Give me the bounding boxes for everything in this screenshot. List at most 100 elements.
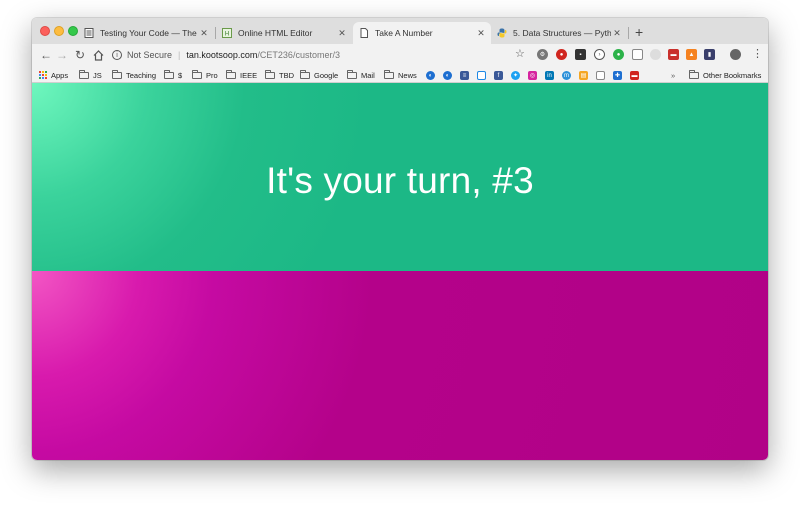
folder-icon [300, 69, 310, 79]
zoom-window-button[interactable] [68, 26, 78, 36]
tab-strip: Testing Your Code — The Hitch ✕ H Online… [32, 18, 768, 44]
bookmarks-bar: Apps JS Teaching $ Pro IEEE TBD Google M… [32, 66, 768, 83]
info-icon[interactable]: i [112, 50, 122, 60]
site-bookmark-icon[interactable]: ≡ [460, 71, 469, 80]
dark-extension-icon[interactable]: ▮ [704, 49, 715, 60]
page-bookmark-icon[interactable] [596, 71, 605, 80]
bookmark-label: Apps [51, 70, 69, 80]
mastodon-icon[interactable]: m [562, 71, 571, 80]
circle-extension-icon[interactable] [650, 49, 661, 60]
bookmark-folder[interactable]: $ [164, 69, 182, 81]
linkedin-icon[interactable]: in [545, 71, 554, 80]
minimize-window-button[interactable] [54, 26, 64, 36]
code-extension-icon[interactable]: › [594, 49, 605, 60]
bookmark-folder[interactable]: Google [300, 69, 338, 81]
folder-icon [79, 69, 89, 79]
site-bookmark-icon[interactable] [477, 71, 486, 80]
blank-page-icon [359, 28, 369, 38]
reload-icon[interactable]: ↻ [72, 47, 88, 63]
browser-window: Testing Your Code — The Hitch ✕ H Online… [32, 18, 768, 460]
forward-arrow-icon[interactable]: → [54, 47, 70, 63]
tab-title: 5. Data Structures — Python 3 [513, 28, 611, 38]
bookmark-folder[interactable]: IEEE [226, 69, 257, 81]
evernote-extension-icon[interactable]: ● [613, 49, 624, 60]
bookmark-folder[interactable]: News [384, 69, 417, 81]
folder-icon [192, 69, 202, 79]
new-tab-button[interactable]: + [635, 24, 643, 40]
bookmarks-overflow[interactable]: » [671, 69, 675, 81]
instagram-icon[interactable]: ◎ [528, 71, 537, 80]
folder-icon [265, 69, 275, 79]
folder-icon [226, 69, 236, 79]
tab-online-html-editor[interactable]: H Online HTML Editor ✕ [216, 22, 352, 44]
doc-extension-icon[interactable] [632, 49, 643, 60]
other-bookmarks[interactable]: Other Bookmarks [689, 69, 761, 81]
facebook-icon[interactable]: f [494, 71, 503, 80]
tab-title: Online HTML Editor [238, 28, 313, 38]
folder-icon [347, 69, 357, 79]
bookmark-label: Google [314, 70, 339, 80]
gear-extension-icon[interactable]: ⚙ [537, 49, 548, 60]
red-extension-icon[interactable]: ▬ [668, 49, 679, 60]
folder-icon [384, 69, 394, 79]
browser-toolbar: ← → ↻ i Not Secure | tan.kootsoop.com/CE… [32, 44, 768, 66]
turn-message: It's your turn, #3 [266, 160, 534, 201]
folder-icon [112, 69, 122, 79]
page-content: It's your turn, #3 [32, 83, 768, 460]
document-icon [84, 28, 94, 38]
site-bookmark-icon[interactable]: ◐ [426, 71, 435, 80]
bookmark-label: TBD [279, 70, 294, 80]
turn-banner: It's your turn, #3 [32, 83, 768, 271]
tab-close-icon[interactable]: ✕ [475, 28, 487, 39]
bookmark-label: $ [178, 70, 183, 80]
tab-close-icon[interactable]: ✕ [611, 28, 623, 39]
folder-icon [164, 69, 174, 79]
tab-title: Testing Your Code — The Hitch [100, 28, 198, 38]
twitter-icon[interactable]: ✦ [511, 71, 520, 80]
site-bookmark-icon[interactable]: ◐ [443, 71, 452, 80]
tab-take-a-number[interactable]: Take A Number ✕ [353, 22, 491, 44]
site-bookmark-icon[interactable]: ▤ [579, 71, 588, 80]
bookmark-label: Pro [206, 70, 218, 80]
tab-data-structures[interactable]: 5. Data Structures — Python 3 ✕ [491, 22, 627, 44]
adblock-extension-icon[interactable]: ● [556, 49, 567, 60]
bookmark-label: News [398, 70, 417, 80]
site-bookmark-icon[interactable]: ▬ [630, 71, 639, 80]
bookmark-folder[interactable]: JS [79, 69, 102, 81]
address-bar[interactable]: i Not Secure | tan.kootsoop.com/CET236/c… [112, 46, 532, 64]
address-divider: | [178, 50, 181, 60]
bookmark-star-icon[interactable]: ☆ [515, 47, 525, 60]
bookmark-label: Mail [361, 70, 375, 80]
html-editor-icon: H [222, 28, 232, 38]
tab-title: Take A Number [375, 28, 433, 38]
apps-grid-icon [39, 71, 47, 79]
bookmark-folder[interactable]: Pro [192, 69, 218, 81]
url-path: /CET236/customer/3 [257, 50, 340, 60]
url-host: tan.kootsoop.com [186, 50, 258, 60]
back-arrow-icon[interactable]: ← [38, 47, 54, 63]
lower-panel [32, 271, 768, 460]
tab-close-icon[interactable]: ✕ [198, 28, 210, 39]
bookmark-label: IEEE [240, 70, 258, 80]
python-icon [497, 28, 507, 38]
bookmark-label: Other Bookmarks [703, 70, 762, 80]
security-status: Not Secure [127, 50, 173, 60]
profile-avatar[interactable] [730, 49, 741, 60]
svg-text:H: H [225, 31, 230, 38]
folder-icon [689, 69, 699, 79]
bookmark-label: JS [93, 70, 102, 80]
screen-extension-icon[interactable]: ▪ [575, 49, 586, 60]
tab-testing-your-code[interactable]: Testing Your Code — The Hitch ✕ [78, 22, 214, 44]
kebab-menu-icon[interactable]: ⋮ [752, 47, 763, 60]
tab-close-icon[interactable]: ✕ [336, 28, 348, 39]
bookmark-folder[interactable]: TBD [265, 69, 294, 81]
close-window-button[interactable] [40, 26, 50, 36]
home-icon[interactable] [90, 47, 106, 63]
bookmark-folder[interactable]: Mail [347, 69, 375, 81]
bookmark-apps[interactable]: Apps [39, 69, 68, 81]
orange-extension-icon[interactable]: ▲ [686, 49, 697, 60]
bookmark-label: Teaching [126, 70, 157, 80]
puzzle-bookmark-icon[interactable]: ✚ [613, 71, 622, 80]
bookmark-folder[interactable]: Teaching [112, 69, 156, 81]
tab-divider [628, 27, 629, 39]
